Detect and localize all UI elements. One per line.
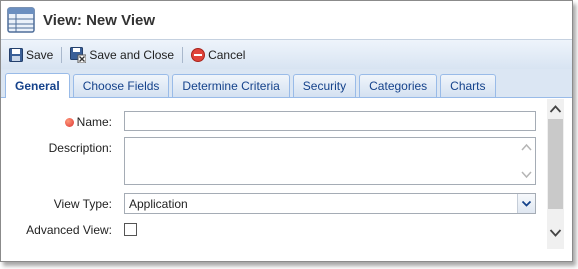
required-indicator-icon bbox=[64, 118, 74, 127]
description-label: Description: bbox=[48, 141, 112, 155]
cancel-icon bbox=[191, 47, 206, 62]
scrollbar-thumb[interactable] bbox=[548, 119, 563, 209]
tab-choose-fields[interactable]: Choose Fields bbox=[72, 74, 170, 97]
view-type-label: View Type: bbox=[53, 197, 112, 211]
save-close-icon bbox=[70, 46, 87, 63]
chevron-down-icon bbox=[521, 200, 532, 207]
scroll-up-icon bbox=[521, 143, 532, 151]
page-title: View: New View bbox=[43, 11, 155, 29]
name-label: Name: bbox=[76, 115, 112, 129]
toolbar: Save Save and Close Cancel bbox=[1, 39, 572, 69]
save-and-close-button[interactable]: Save and Close bbox=[67, 44, 177, 66]
tab-determine-criteria[interactable]: Determine Criteria bbox=[172, 74, 290, 97]
advanced-view-checkbox[interactable] bbox=[124, 223, 137, 236]
tab-categories[interactable]: Categories bbox=[359, 74, 438, 97]
view-type-select[interactable]: Application bbox=[124, 193, 536, 214]
dropdown-button[interactable] bbox=[517, 194, 535, 213]
scroll-up-icon[interactable] bbox=[547, 101, 564, 118]
name-label-wrap: Name: bbox=[1, 115, 112, 129]
save-and-close-label: Save and Close bbox=[89, 47, 175, 62]
description-scrollbar[interactable] bbox=[518, 138, 535, 184]
save-button[interactable]: Save bbox=[6, 44, 56, 66]
toolbar-divider bbox=[61, 46, 63, 63]
floppy-disk-icon bbox=[9, 47, 23, 62]
table-grid-icon bbox=[7, 7, 35, 33]
tab-general[interactable]: General bbox=[5, 73, 70, 98]
view-type-value: Application bbox=[129, 197, 188, 211]
view-editor-window: View: New View Save Save and Close Cance… bbox=[0, 0, 573, 262]
tab-security[interactable]: Security bbox=[292, 74, 357, 97]
cancel-label: Cancel bbox=[208, 47, 246, 62]
title-bar: View: New View bbox=[1, 1, 572, 39]
cancel-button[interactable]: Cancel bbox=[188, 44, 248, 66]
toolbar-divider bbox=[182, 46, 184, 63]
scroll-down-icon bbox=[521, 171, 532, 179]
save-label: Save bbox=[26, 47, 54, 62]
form-scrollbar[interactable] bbox=[547, 99, 564, 249]
advanced-view-label: Advanced View: bbox=[26, 223, 112, 237]
scroll-down-icon[interactable] bbox=[547, 224, 564, 241]
tab-bar: General Choose Fields Determine Criteria… bbox=[1, 69, 572, 98]
description-field[interactable] bbox=[124, 137, 536, 185]
general-form: Name: Description: View Type: Applicatio… bbox=[1, 99, 547, 249]
name-field[interactable] bbox=[124, 111, 536, 131]
tab-charts[interactable]: Charts bbox=[440, 74, 496, 97]
